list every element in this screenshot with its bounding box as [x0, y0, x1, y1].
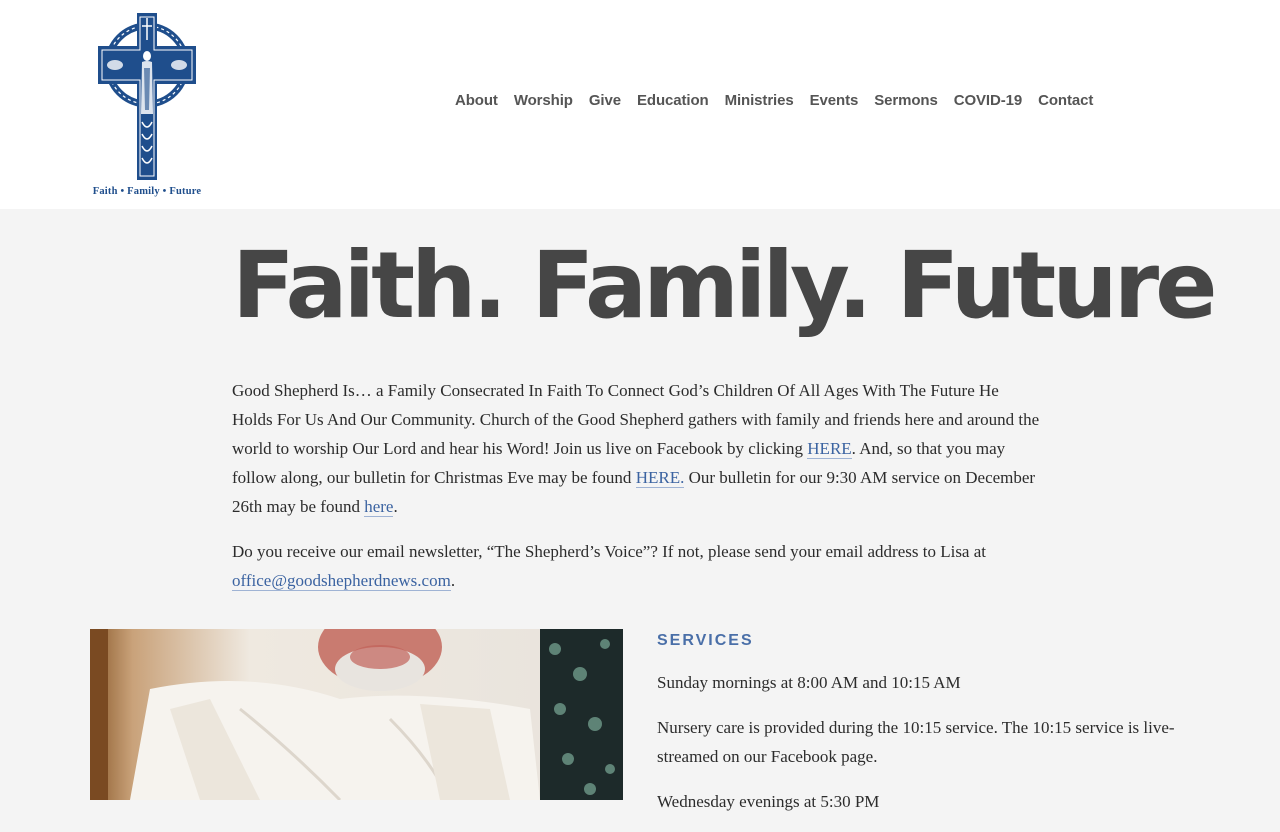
intro-section: Good Shepherd Is… a Family Consecrated I…	[232, 376, 1042, 611]
nav-sermons[interactable]: Sermons	[874, 92, 938, 109]
intro-paragraph: Good Shepherd Is… a Family Consecrated I…	[232, 376, 1042, 521]
intro-text: .	[393, 497, 398, 516]
newsletter-paragraph: Do you receive our email newsletter, “Th…	[232, 537, 1042, 595]
church-logo[interactable]: Faith • Family • Future	[88, 10, 206, 200]
nav-about[interactable]: About	[455, 92, 498, 109]
nav-ministries[interactable]: Ministries	[725, 92, 794, 109]
facebook-live-link[interactable]: HERE	[807, 439, 852, 459]
celtic-cross-icon	[98, 13, 196, 180]
logo-tagline: Faith • Family • Future	[92, 186, 202, 197]
site-header: Faith • Family • Future About Worship Gi…	[0, 0, 1280, 209]
services-heading: SERVICES	[657, 632, 754, 649]
main-nav: About Worship Give Education Ministries …	[455, 92, 1109, 109]
nav-give[interactable]: Give	[589, 92, 621, 109]
office-email-link[interactable]: office@goodshepherdnews.com	[232, 571, 451, 591]
pastor-photo	[90, 629, 623, 800]
nav-covid-19[interactable]: COVID-19	[954, 92, 1022, 109]
newsletter-text: Do you receive our email newsletter, “Th…	[232, 542, 986, 561]
nav-worship[interactable]: Worship	[514, 92, 573, 109]
newsletter-text: .	[450, 571, 456, 590]
services-section: SERVICES Sunday mornings at 8:00 AM and …	[657, 630, 1177, 832]
nav-events[interactable]: Events	[810, 92, 859, 109]
christmas-eve-bulletin-link[interactable]: HERE.	[635, 468, 685, 488]
service-item: Sunday mornings at 8:00 AM and 10:15 AM	[657, 673, 961, 692]
nav-education[interactable]: Education	[637, 92, 709, 109]
hero-title: Faith. Family. Future	[232, 232, 1218, 339]
service-item: Wednesday evenings at 5:30 PM	[657, 792, 880, 811]
nav-contact[interactable]: Contact	[1038, 92, 1093, 109]
december-26-bulletin-link[interactable]: here	[364, 497, 394, 517]
service-item: Nursery care is provided during the 10:1…	[657, 718, 1175, 766]
